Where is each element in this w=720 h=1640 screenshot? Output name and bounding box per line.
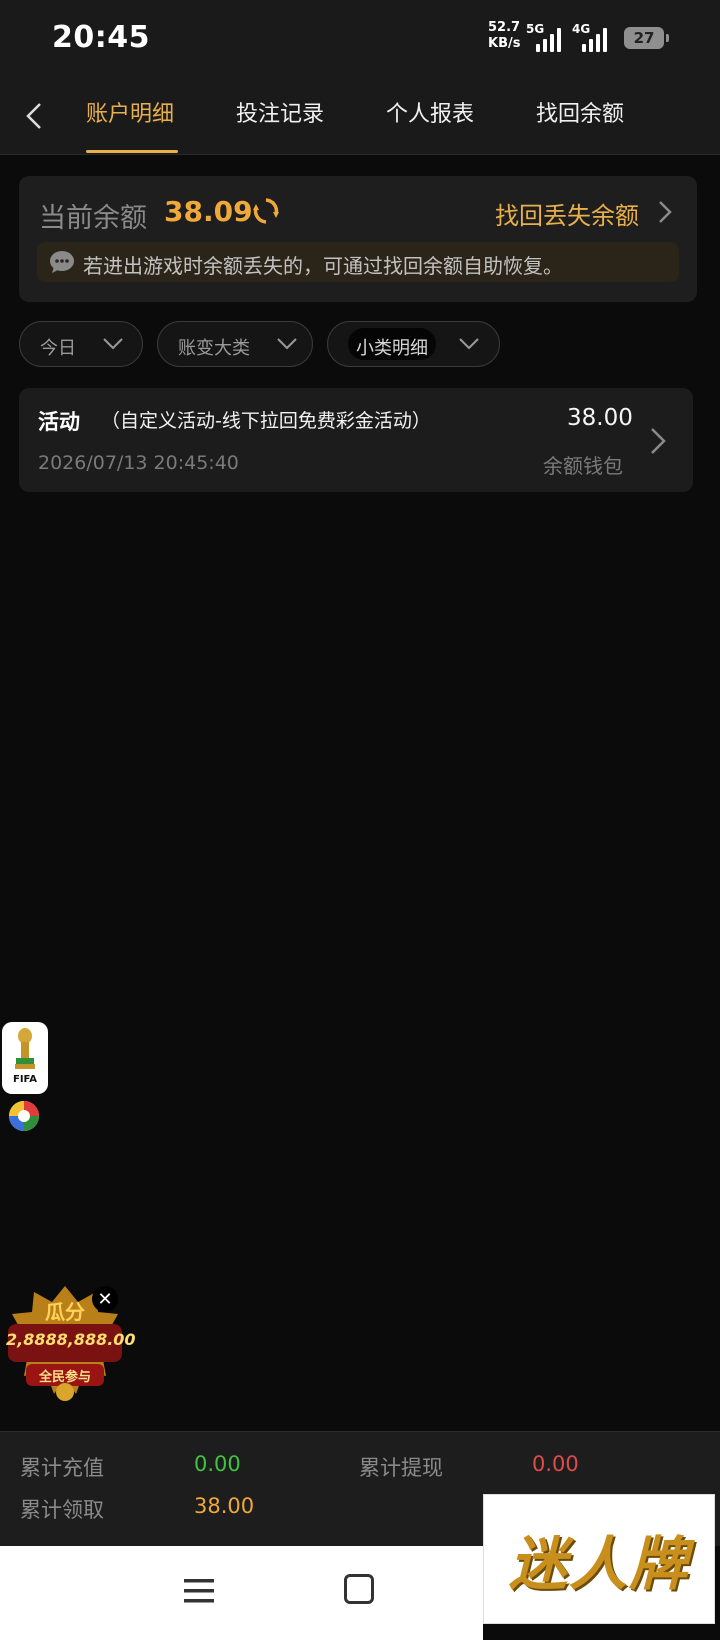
network-speed-value: 52.7 [488,20,521,35]
network-speed-unit: KB/s [488,36,521,51]
signal-4g-icon [582,24,607,52]
close-icon[interactable]: ✕ [92,1286,118,1312]
battery-level: 27 [633,29,655,47]
filter-date[interactable]: 今日 [19,321,143,367]
network-speed: 52.7 KB/s [488,20,520,52]
transaction-record[interactable]: 活动 （自定义活动-线下拉回免费彩金活动） 38.00 2026/07/13 2… [19,388,693,492]
record-description: （自定义活动-线下拉回免费彩金活动） [101,410,431,432]
balance-card: 当前余额 38.09 找回丢失余额 若进出游戏时余额丢失的，可通过找回余额自助恢… [19,176,697,302]
system-nav-bar [0,1546,483,1640]
filter-category[interactable]: 账变大类 [157,321,313,367]
tab-personal-report[interactable]: 个人报表 [386,96,474,128]
back-button[interactable] [14,96,54,136]
filter-subcategory[interactable]: 小类明细 [327,321,500,367]
tab-recover-balance[interactable]: 找回余额 [536,96,624,128]
filter-date-label: 今日 [40,338,76,359]
record-time: 2026/07/13 20:45:40 [38,452,239,474]
top-nav: 账户明细 投注记录 个人报表 找回余额 [0,78,720,155]
total-recharge-value: 0.00 [194,1452,241,1476]
trophy-icon [15,1028,35,1069]
fifa-float-button[interactable]: FIFA [2,1022,48,1094]
active-tab-indicator [86,150,178,153]
chevron-right-icon [651,428,666,454]
record-wallet: 余额钱包 [543,454,623,478]
football-icon[interactable] [8,1100,40,1132]
total-withdraw-value: 0.00 [532,1452,579,1476]
record-amount: 38.00 [567,405,633,431]
chevron-right-icon[interactable] [655,198,675,226]
promo-subtitle: 全民参与 [38,1370,91,1385]
record-type: 活动 [38,410,80,434]
recover-lost-balance-link[interactable]: 找回丢失余额 [495,196,639,231]
watermark-text: 迷人牌 [508,1530,689,1598]
total-claimed-value: 38.00 [194,1494,255,1518]
chevron-left-icon [26,103,41,129]
total-recharge-label: 累计充值 [20,1456,104,1480]
message-icon [50,251,74,273]
fifa-label: FIFA [13,1074,37,1085]
signal-5g-icon [536,24,561,52]
menu-icon[interactable] [184,1578,214,1604]
battery-cap [666,34,669,42]
chevron-down-icon [103,338,123,350]
notice-banner: 若进出游戏时余额丢失的，可通过找回余额自助恢复。 [37,242,679,282]
balance-value: 38.09 [164,195,253,228]
chevron-down-icon [459,338,479,350]
promo-amount: 2,8888,888.00 [6,1330,136,1349]
home-icon[interactable] [344,1574,374,1604]
notice-text: 若进出游戏时余额丢失的，可通过找回余额自助恢复。 [83,254,563,278]
status-bar: 20:45 52.7 KB/s 5G 4G 27 [0,0,720,78]
battery-icon: 27 [624,27,664,49]
tab-account-details[interactable]: 账户明细 [86,96,174,128]
watermark: 迷人牌 [483,1494,715,1624]
total-claimed-label: 累计领取 [20,1498,104,1522]
filter-category-label: 账变大类 [178,338,250,359]
tab-bet-records[interactable]: 投注记录 [236,96,324,128]
refresh-icon[interactable] [251,196,281,226]
filter-subcategory-pill: 小类明细 [348,328,436,360]
clock: 20:45 [52,20,150,55]
filter-subcategory-label: 小类明细 [356,338,428,359]
balance-label: 当前余额 [39,203,147,234]
chevron-down-icon [277,338,297,350]
total-withdraw-label: 累计提现 [359,1456,443,1480]
